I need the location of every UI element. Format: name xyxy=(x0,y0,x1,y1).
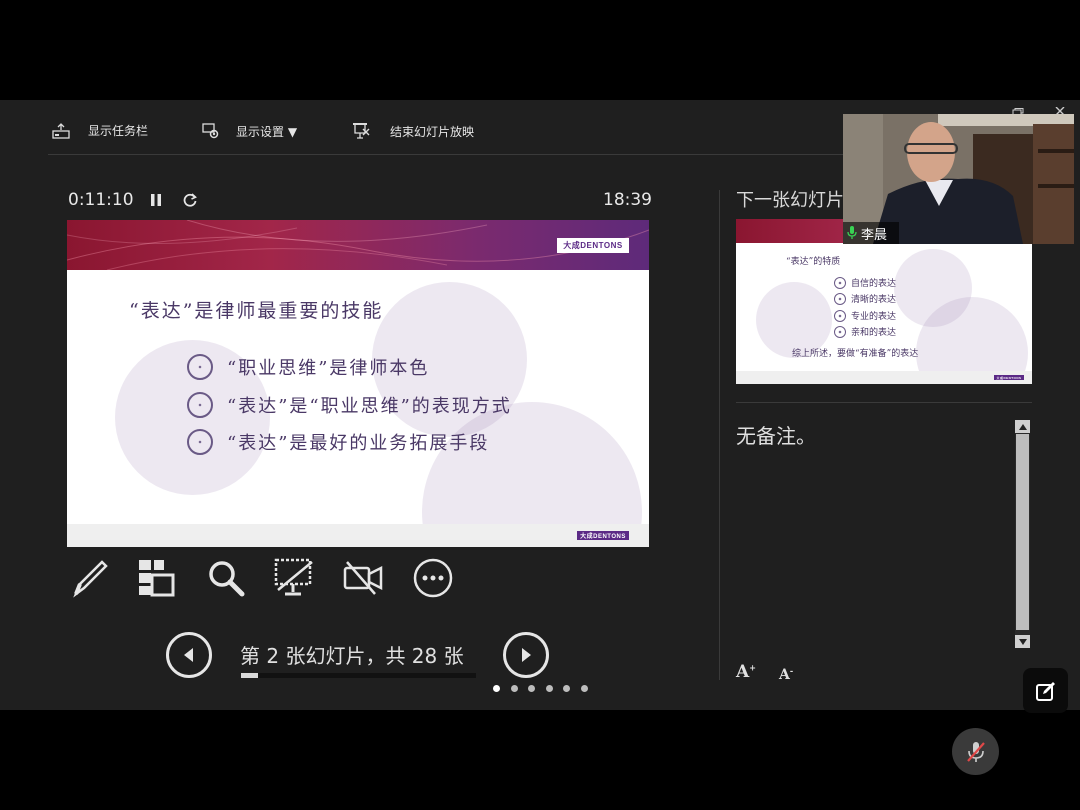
slides-grid-icon[interactable] xyxy=(134,556,178,600)
check-circle-icon xyxy=(834,325,846,338)
camera-off-icon[interactable] xyxy=(341,556,385,600)
page-dot[interactable] xyxy=(563,685,570,692)
display-settings-label: 显示设置 ▼ xyxy=(236,124,298,139)
check-circle-icon xyxy=(834,276,846,289)
next-slide-bullet: 专业的表达 xyxy=(834,309,896,322)
page-dot[interactable] xyxy=(546,685,553,692)
edit-icon xyxy=(1035,681,1055,701)
slide-bullet: “表达”是最好的业务拓展手段 xyxy=(187,429,489,455)
show-taskbar-label: 显示任务栏 xyxy=(88,124,149,138)
speaker-notes: 无备注。 xyxy=(736,424,816,448)
participant-name-badge: 李晨 xyxy=(843,222,899,244)
restart-timer-icon[interactable] xyxy=(182,192,198,208)
next-slide-button[interactable] xyxy=(503,632,549,678)
dentons-logo: 大成DENTONS xyxy=(557,238,629,253)
participant-name: 李晨 xyxy=(861,227,888,243)
check-circle-icon xyxy=(834,309,846,322)
slide-bullet: “表达”是“职业思维”的表现方式 xyxy=(187,392,512,418)
toolbar-divider xyxy=(48,154,843,155)
scroll-up-icon xyxy=(1018,423,1027,430)
dentons-footer-logo: 大成DENTONS xyxy=(577,531,629,540)
previous-slide-button[interactable] xyxy=(166,632,212,678)
scrollbar-thumb[interactable] xyxy=(1016,434,1029,630)
show-taskbar-button[interactable]: 显示任务栏 xyxy=(52,122,148,139)
page-dot[interactable] xyxy=(511,685,518,692)
black-screen-icon[interactable] xyxy=(272,556,316,600)
next-slide-footer xyxy=(736,371,1032,384)
current-time: 18:39 xyxy=(603,190,652,210)
mute-toggle-button[interactable] xyxy=(952,728,999,775)
taskbar-icon xyxy=(52,122,70,139)
pen-icon[interactable] xyxy=(68,556,112,600)
prev-arrow-icon xyxy=(184,648,193,662)
next-slide-bullet: 亲和的表达 xyxy=(834,325,896,338)
slide-progress-track xyxy=(241,673,476,678)
next-slide-bullet: 清晰的表达 xyxy=(834,292,896,305)
annotate-button[interactable] xyxy=(1023,668,1068,713)
slide-progress-fill xyxy=(241,673,258,678)
check-circle-icon xyxy=(187,354,213,380)
page-dot-active[interactable] xyxy=(493,685,500,692)
next-slide-summary: 综上所述，要做“有准备”的表达 xyxy=(792,349,919,359)
next-arrow-icon xyxy=(522,648,531,662)
notes-divider xyxy=(736,402,1032,403)
mic-muted-icon xyxy=(966,741,985,762)
zoom-icon[interactable] xyxy=(204,556,248,600)
scroll-down-button[interactable] xyxy=(1015,635,1030,648)
mic-icon xyxy=(847,226,857,239)
next-slide-label: 下一张幻灯片 xyxy=(736,190,844,211)
decrease-font-button[interactable]: A- xyxy=(779,665,793,683)
end-slideshow-label: 结束幻灯片放映 xyxy=(390,124,475,139)
scroll-up-button[interactable] xyxy=(1015,420,1030,433)
increase-font-button[interactable]: A+ xyxy=(736,662,756,682)
page-dot[interactable] xyxy=(581,685,588,692)
decrease-font-icon: A- xyxy=(779,665,794,683)
check-circle-icon xyxy=(187,392,213,418)
pause-timer-icon[interactable] xyxy=(150,193,162,207)
dentons-footer-logo: 大成DENTONS xyxy=(994,375,1024,380)
slide-footer xyxy=(67,524,649,547)
slide-bullet: “职业思维”是律师本色 xyxy=(187,354,429,380)
more-options-icon[interactable] xyxy=(411,556,455,600)
end-slideshow-icon xyxy=(353,123,370,139)
slide-counter: 第 2 张幻灯片，共 28 张 xyxy=(240,644,464,668)
display-settings-icon xyxy=(202,123,219,139)
end-slideshow-button[interactable]: 结束幻灯片放映 xyxy=(352,122,474,140)
elapsed-timer: 0:11:10 xyxy=(68,190,134,210)
page-dot[interactable] xyxy=(528,685,535,692)
check-circle-icon xyxy=(834,292,846,305)
scroll-down-icon xyxy=(1018,638,1027,645)
display-settings-button[interactable]: 显示设置 ▼ xyxy=(202,122,297,140)
next-slide-bullet: 自信的表达 xyxy=(834,276,896,289)
next-slide-title: “表达”的特质 xyxy=(786,257,841,267)
increase-font-icon: A+ xyxy=(736,662,756,682)
slide-title: “表达”是律师最重要的技能 xyxy=(129,300,384,322)
panel-divider xyxy=(719,190,720,680)
current-slide: 大成DENTONS “表达”是律师最重要的技能 “职业思维”是律师本色 “表达”… xyxy=(67,220,649,547)
check-circle-icon xyxy=(187,429,213,455)
